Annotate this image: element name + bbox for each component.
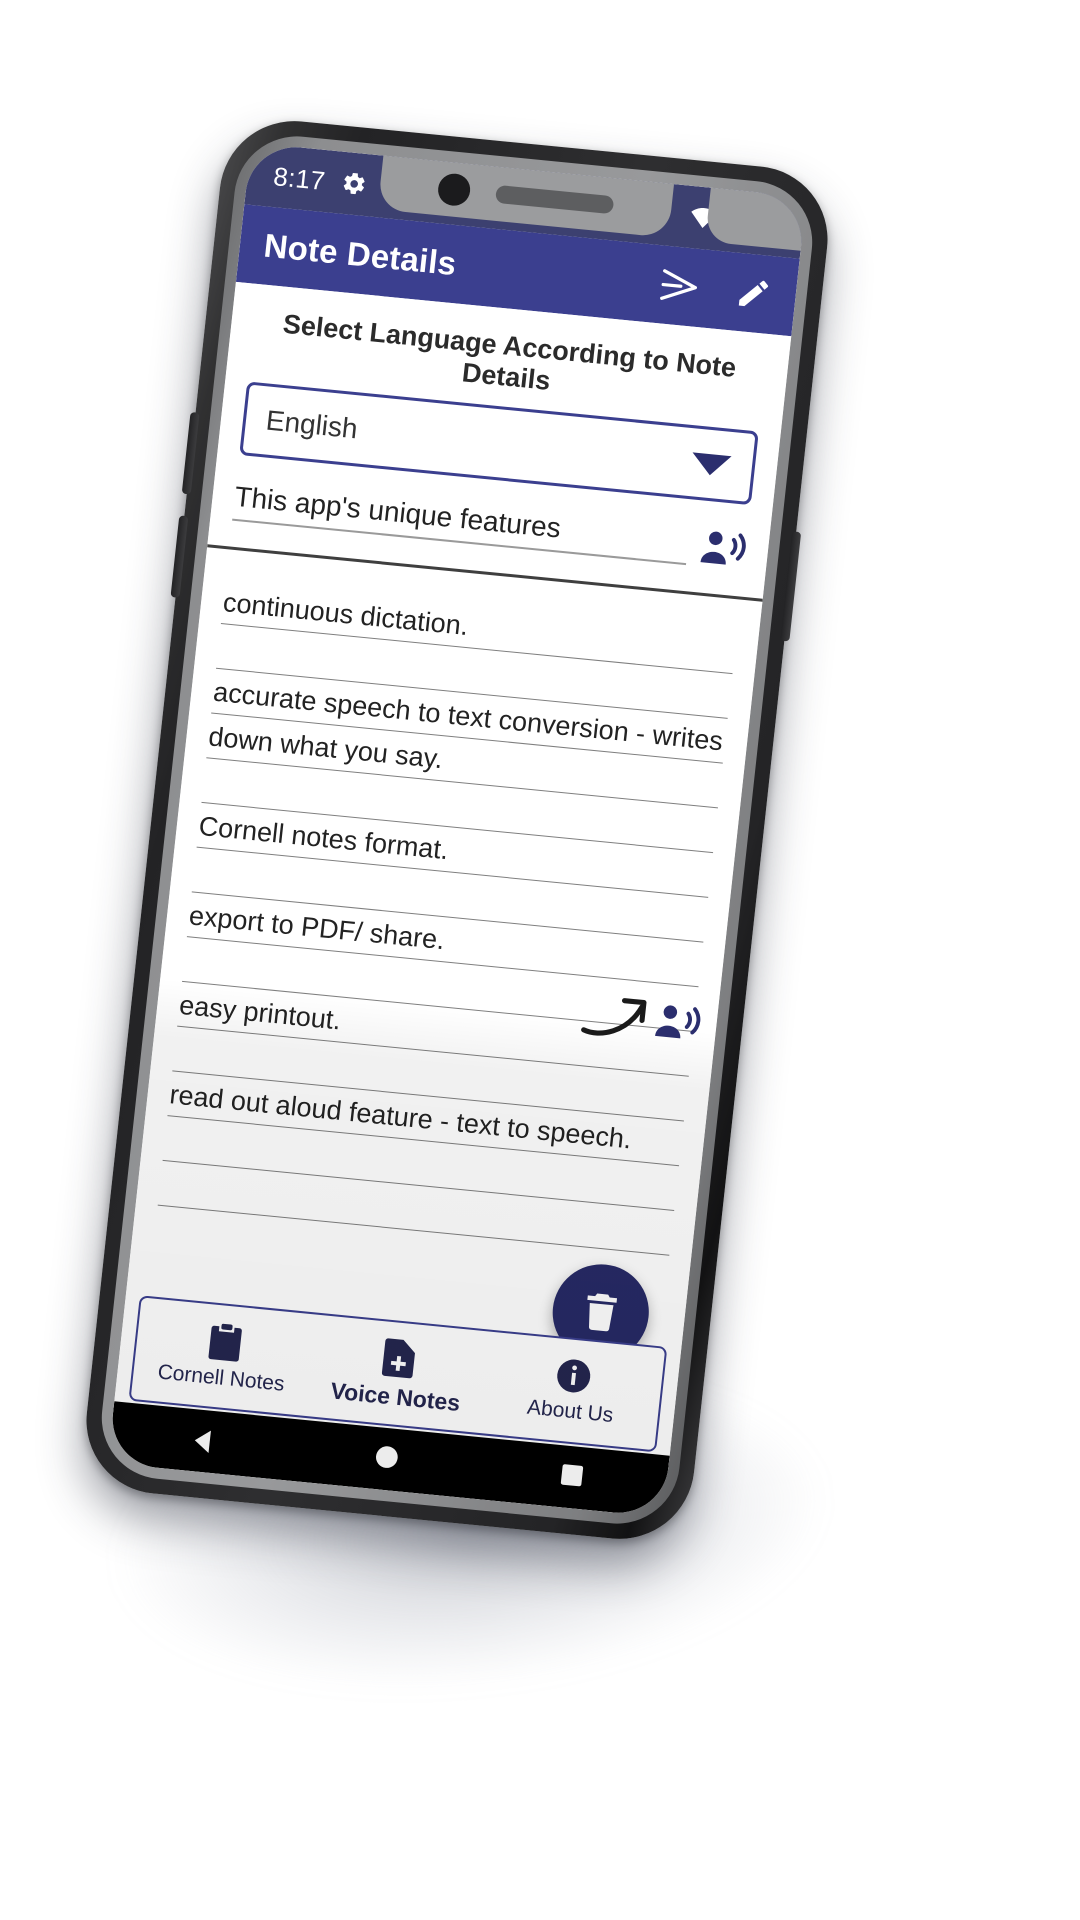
note-lines: continuous dictation. accurate speech to…	[157, 579, 738, 1256]
status-time: 8:17	[271, 160, 327, 196]
info-icon	[554, 1356, 594, 1395]
earpiece-speaker	[494, 184, 615, 215]
speaker-person-icon[interactable]	[698, 526, 748, 570]
phone-mockup: 8:17 Note Details Select Language Accord…	[78, 114, 836, 1546]
front-camera-icon	[436, 172, 472, 208]
notch-bezel-right	[705, 187, 807, 251]
edit-pencil-icon[interactable]	[734, 274, 774, 313]
page-title: Note Details	[262, 226, 459, 283]
nav-item-voice-notes[interactable]: Voice Notes	[307, 1329, 489, 1419]
gear-icon	[340, 170, 369, 198]
chevron-down-icon	[689, 449, 734, 479]
nav-item-about-us[interactable]: About Us	[482, 1350, 664, 1433]
note-title[interactable]: This app's unique features	[232, 480, 691, 566]
note-add-icon	[380, 1336, 420, 1379]
language-selected-value: English	[264, 404, 360, 445]
nav-item-cornell-notes[interactable]: Cornell Notes	[132, 1314, 314, 1399]
trash-icon	[576, 1288, 625, 1336]
home-circle-icon[interactable]	[372, 1443, 405, 1476]
app-bar-actions	[658, 266, 773, 313]
nav-label-cornell-notes: Cornell Notes	[156, 1360, 286, 1396]
recents-square-icon[interactable]	[557, 1461, 590, 1494]
speaker-person-icon[interactable]	[652, 1000, 702, 1044]
curved-arrow-icon	[578, 990, 655, 1043]
clipboard-icon	[205, 1321, 245, 1362]
send-icon[interactable]	[658, 267, 701, 305]
back-triangle-icon[interactable]	[187, 1425, 220, 1458]
nav-label-voice-notes: Voice Notes	[329, 1376, 462, 1416]
nav-label-about-us: About Us	[525, 1395, 615, 1427]
